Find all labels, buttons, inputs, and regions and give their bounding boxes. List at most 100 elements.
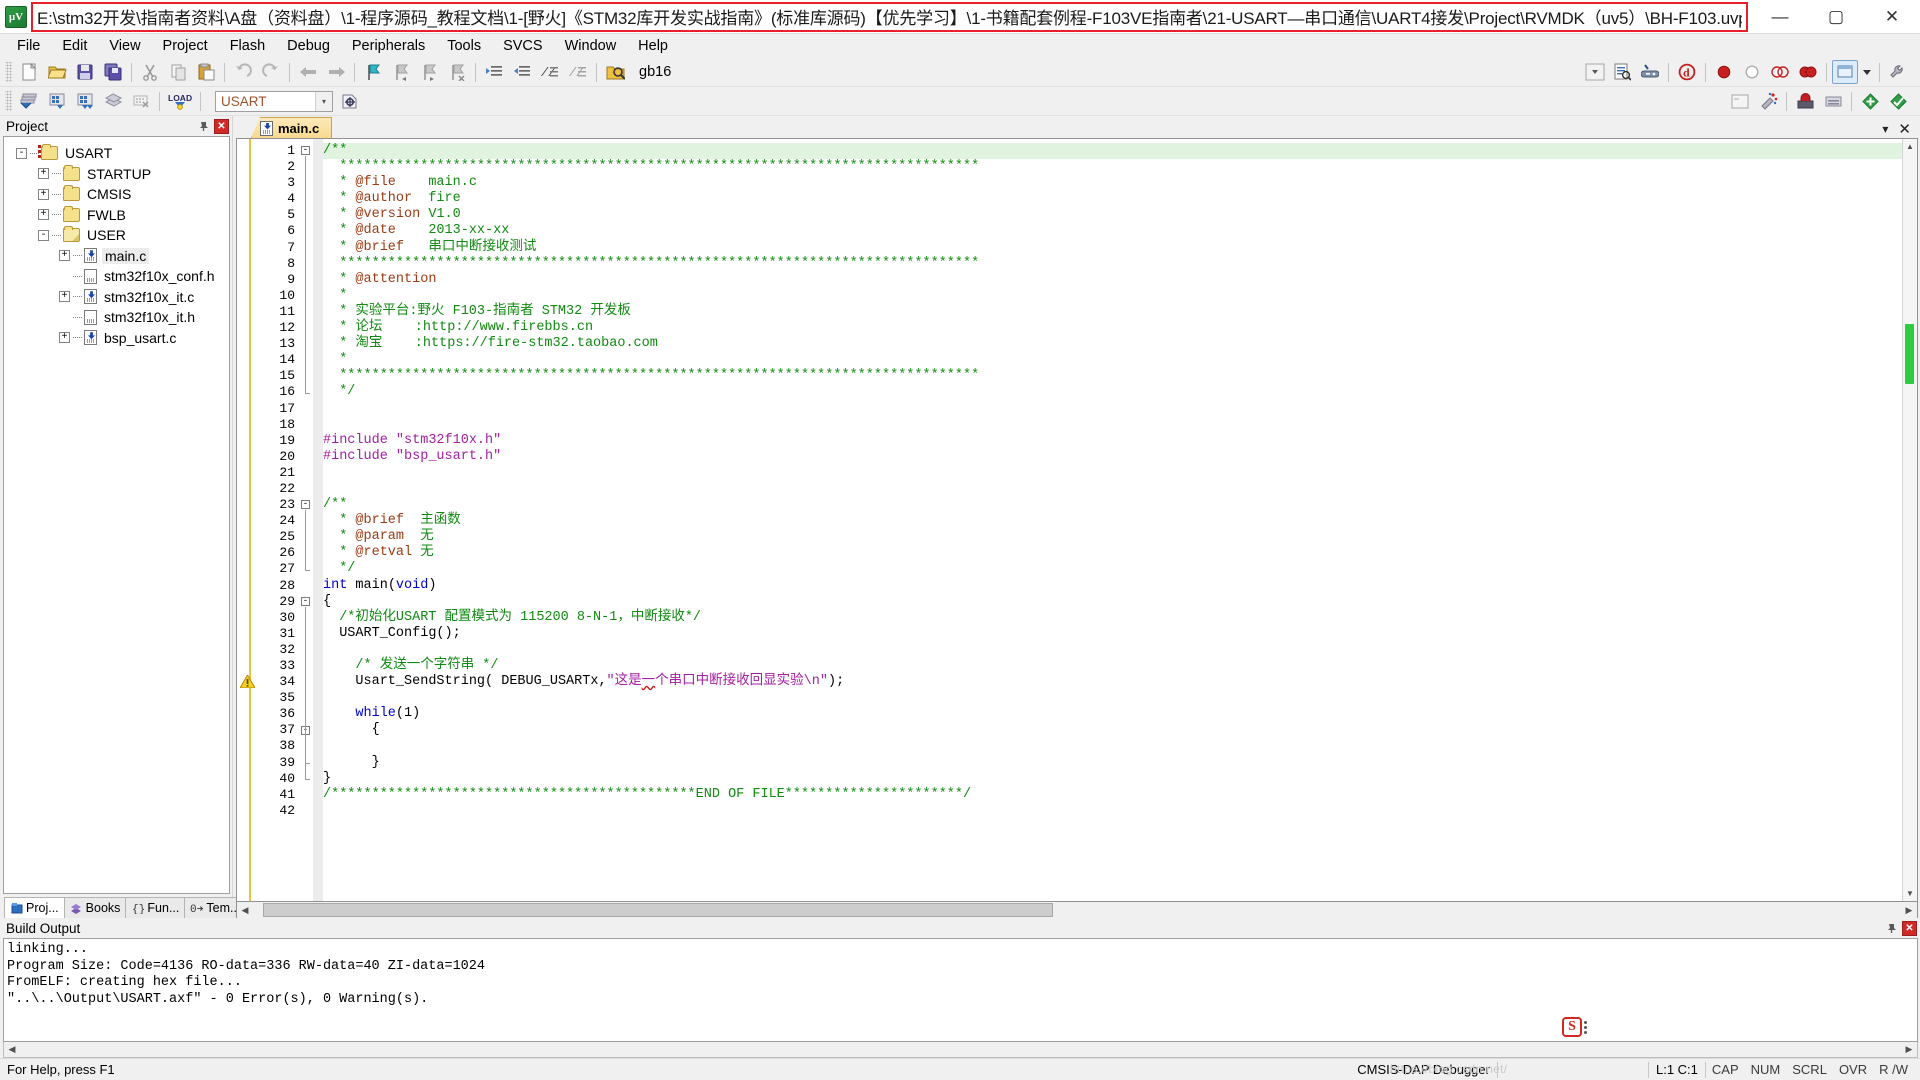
expander-icon[interactable]: + <box>38 209 49 221</box>
code-line[interactable] <box>323 481 1917 497</box>
clear-bookmarks-icon[interactable] <box>444 60 470 84</box>
paste-icon[interactable] <box>193 60 219 84</box>
new-file-icon[interactable] <box>16 60 42 84</box>
code-line[interactable]: * @version V1.0 <box>323 207 1917 223</box>
build-output-text[interactable]: linking... Program Size: Code=4136 RO-da… <box>3 938 1918 1042</box>
find-in-files-icon[interactable] <box>602 60 628 84</box>
toggle-bookmark-icon[interactable] <box>360 60 386 84</box>
code-line[interactable]: #include "stm32f10x.h" <box>323 433 1917 449</box>
target-selector[interactable]: USART ▾ <box>215 90 333 112</box>
configure-tools-icon[interactable] <box>1609 60 1635 84</box>
expander-icon[interactable]: + <box>38 188 49 200</box>
scroll-left-icon[interactable]: ◀ <box>237 902 253 918</box>
tree-item-bsp-usart-c[interactable]: + bsp_usart.c <box>4 328 229 349</box>
expander-icon[interactable]: + <box>59 250 70 262</box>
menu-view[interactable]: View <box>98 36 151 56</box>
code-line[interactable]: */ <box>323 561 1917 577</box>
expander-icon[interactable]: + <box>38 168 49 180</box>
previous-bookmark-icon[interactable] <box>388 60 414 84</box>
comment-icon[interactable]: // <box>537 60 563 84</box>
translate-file-icon[interactable] <box>16 89 42 113</box>
tree-item-stm32f10x-conf-h[interactable]: stm32f10x_conf.h <box>4 266 229 287</box>
tree-item-fwlb[interactable]: + FWLB <box>4 205 229 226</box>
editor-tab-main-c[interactable]: main.c <box>251 117 333 138</box>
tree-item-usart[interactable]: - USART <box>4 143 229 164</box>
ime-menu-dots-icon[interactable] <box>1584 1020 1587 1034</box>
next-bookmark-icon[interactable] <box>416 60 442 84</box>
editor-tab-list-caret-icon[interactable]: ▾ <box>1882 122 1888 136</box>
open-file-icon[interactable] <box>44 60 70 84</box>
target-dropdown-caret-icon[interactable]: ▾ <box>315 91 332 111</box>
save-icon[interactable] <box>72 60 98 84</box>
code-line[interactable]: * @brief 串口中断接收测试 <box>323 240 1917 256</box>
navigate-forward-icon[interactable] <box>323 60 349 84</box>
fold-toggle-icon[interactable]: - <box>301 596 310 606</box>
code-line[interactable]: * 实验平台:野火 F103-指南者 STM32 开发板 <box>323 304 1917 320</box>
hscroll-thumb[interactable] <box>263 903 1053 917</box>
code-line[interactable]: * @brief 主函数 <box>323 513 1917 529</box>
code-line[interactable]: /*初始化USART 配置模式为 115200 8-N-1，中断接收*/ <box>323 610 1917 626</box>
batch-build-icon[interactable] <box>100 89 126 113</box>
tree-item-stm32f10x-it-c[interactable]: + stm32f10x_it.c <box>4 287 229 308</box>
outdent-icon[interactable] <box>509 60 535 84</box>
project-panel-close-icon[interactable]: ✕ <box>214 118 229 134</box>
code-folding-gutter[interactable]: ---- <box>299 139 313 901</box>
menu-help[interactable]: Help <box>627 36 679 56</box>
close-button[interactable]: ✕ <box>1864 0 1920 34</box>
project-window-dropdown-icon[interactable] <box>1860 60 1874 84</box>
code-line[interactable]: * @date 2013-xx-xx <box>323 223 1917 239</box>
code-line[interactable] <box>323 417 1917 433</box>
code-line[interactable]: * @retval 无 <box>323 545 1917 561</box>
code-line[interactable]: while(1) <box>323 706 1917 722</box>
code-line[interactable]: Usart_SendString( DEBUG_USARTx,"这是一个串口中断… <box>323 674 1917 690</box>
menu-file[interactable]: File <box>6 36 51 56</box>
encoding-dropdown-caret-icon[interactable] <box>1583 60 1607 84</box>
editor-tab-close-icon[interactable]: ✕ <box>1898 120 1911 138</box>
expander-icon[interactable]: + <box>59 332 70 344</box>
project-tree[interactable]: - USART + STARTUP + CMSIS + FWLB - USER … <box>3 136 230 894</box>
add-files-icon[interactable] <box>1857 89 1883 113</box>
code-line[interactable]: int main(void) <box>323 578 1917 594</box>
package-installer-icon[interactable] <box>1792 89 1818 113</box>
debug-settings-icon[interactable] <box>1637 60 1663 84</box>
kill-all-breakpoints-icon[interactable] <box>1795 60 1821 84</box>
manage-project-items-icon[interactable] <box>1820 89 1846 113</box>
maximize-button[interactable]: ▢ <box>1808 0 1864 34</box>
minimize-button[interactable]: — <box>1752 0 1808 34</box>
code-line[interactable] <box>323 803 1917 819</box>
code-line[interactable] <box>323 738 1917 754</box>
code-line[interactable]: { <box>323 722 1917 738</box>
expander-icon[interactable]: - <box>38 229 49 241</box>
scroll-down-icon[interactable]: ▼ <box>1903 886 1918 901</box>
code-line[interactable]: #include "bsp_usart.h" <box>323 449 1917 465</box>
configure-icon[interactable] <box>1885 60 1911 84</box>
tree-item-user[interactable]: - USER <box>4 225 229 246</box>
build-output-horizontal-scrollbar[interactable]: ◀ ▶ <box>3 1042 1918 1058</box>
download-to-flash-icon[interactable]: LOAD <box>165 89 195 113</box>
code-line[interactable]: ****************************************… <box>323 368 1917 384</box>
undo-icon[interactable] <box>230 60 256 84</box>
menu-tools[interactable]: Tools <box>436 36 492 56</box>
save-all-icon[interactable] <box>100 60 126 84</box>
code-line[interactable] <box>323 690 1917 706</box>
code-line[interactable]: * 淘宝 :https://fire-stm32.taobao.com <box>323 336 1917 352</box>
fold-toggle-icon[interactable]: - <box>301 146 310 155</box>
target-options-icon[interactable] <box>336 89 362 113</box>
disable-all-breakpoints-icon[interactable] <box>1767 60 1793 84</box>
copy-icon[interactable] <box>165 60 191 84</box>
build-output-pin-icon[interactable] <box>1884 921 1899 936</box>
tree-item-cmsis[interactable]: + CMSIS <box>4 184 229 205</box>
disable-breakpoint-icon[interactable] <box>1739 60 1765 84</box>
marker-gutter[interactable] <box>237 139 259 901</box>
tree-item-stm32f10x-it-h[interactable]: stm32f10x_it.h <box>4 307 229 328</box>
insert-breakpoint-icon[interactable] <box>1711 60 1737 84</box>
hscroll-track[interactable] <box>20 1042 1901 1057</box>
tree-item-startup[interactable]: + STARTUP <box>4 164 229 185</box>
code-line[interactable]: } <box>323 771 1917 787</box>
code-editor[interactable]: 1 2 3 4 5 6 7 8 9 10 11 12 13 14 15 16 17 18 19 20 21 22 23 24 2… <box>236 138 1918 902</box>
menu-debug[interactable]: Debug <box>276 36 341 56</box>
cut-icon[interactable] <box>137 60 163 84</box>
start-debug-session-icon[interactable]: d <box>1674 60 1700 84</box>
code-line[interactable]: * @file main.c <box>323 175 1917 191</box>
menu-flash[interactable]: Flash <box>219 36 276 56</box>
